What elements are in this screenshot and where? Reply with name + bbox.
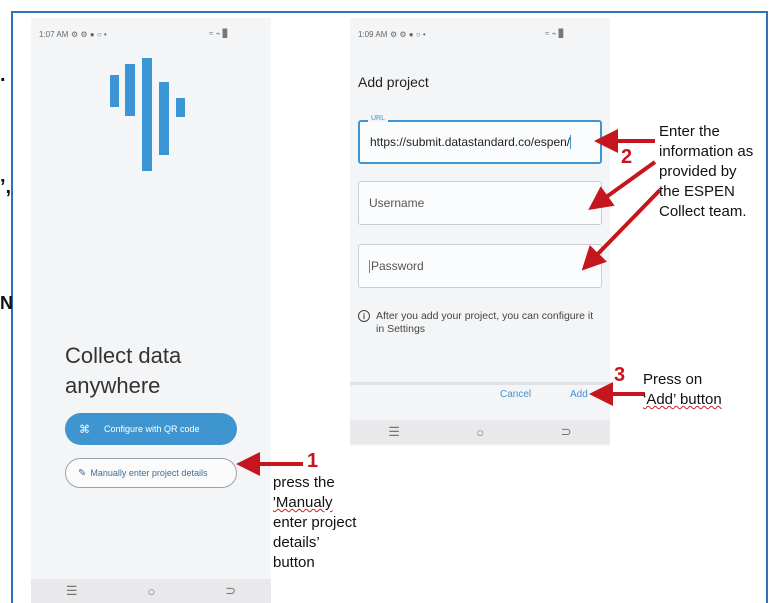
step-number-3: 3 — [614, 364, 626, 386]
step2-instruction: Enter the information as provided by the… — [659, 123, 754, 220]
step-number-2: 2 — [621, 146, 633, 168]
step-number-1: 1 — [307, 450, 319, 472]
step3-instruction: Press on ‘Add’ button — [643, 371, 722, 408]
step1-instruction: press the 'Manualy enter project details… — [273, 474, 357, 571]
annotation-arrows — [236, 129, 662, 476]
